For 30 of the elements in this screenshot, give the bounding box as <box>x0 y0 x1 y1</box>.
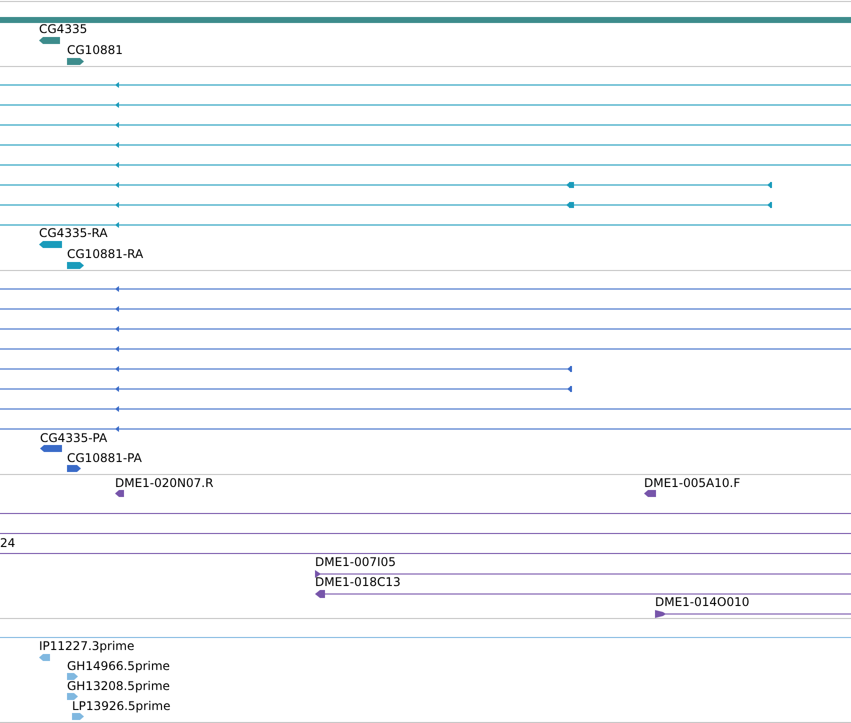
feature-label[interactable]: IP11227.3prime <box>39 639 134 653</box>
feature-label[interactable]: GH13208.5prime <box>67 679 170 693</box>
feature-label[interactable]: DME1-005A10.F <box>644 476 740 490</box>
feature-label[interactable]: DME1-014O010 <box>655 595 750 609</box>
left-arrow-glyph[interactable] <box>39 241 62 248</box>
left-arrow-glyph[interactable] <box>644 490 656 497</box>
left-arrow-glyph[interactable] <box>40 445 62 452</box>
feature-label[interactable]: CG10881 <box>67 43 123 57</box>
right-arrow-glyph[interactable] <box>67 673 78 680</box>
right-arrow-glyph[interactable] <box>67 693 78 700</box>
feature-label[interactable]: DME1-020N07.R <box>115 476 214 490</box>
feature-label[interactable]: GH14966.5prime <box>67 659 170 673</box>
left-arrow-glyph[interactable] <box>39 37 60 44</box>
feature-label[interactable]: DME1-018C13 <box>315 575 401 589</box>
right-arrow-glyph[interactable] <box>67 58 84 65</box>
left-arrow-glyph[interactable] <box>115 490 124 497</box>
feature-label[interactable]: CG4335 <box>39 22 88 36</box>
right-arrow-glyph[interactable] <box>72 713 84 720</box>
feature-label[interactable]: CG10881-PA <box>67 451 142 465</box>
alignment-line[interactable] <box>315 570 851 578</box>
alignment-line[interactable] <box>655 610 851 618</box>
feature-label[interactable]: DME1-007I05 <box>315 555 396 569</box>
feature-label: 24 <box>0 536 16 550</box>
feature-label[interactable]: LP13926.5prime <box>72 699 171 713</box>
feature-label[interactable]: CG4335-RA <box>39 226 108 240</box>
right-arrow-glyph[interactable] <box>67 262 84 269</box>
alignment-line[interactable] <box>315 590 851 598</box>
feature-label[interactable]: CG4335-PA <box>40 431 108 445</box>
feature-label[interactable]: CG10881-RA <box>67 247 144 261</box>
right-arrow-glyph[interactable] <box>67 465 81 472</box>
